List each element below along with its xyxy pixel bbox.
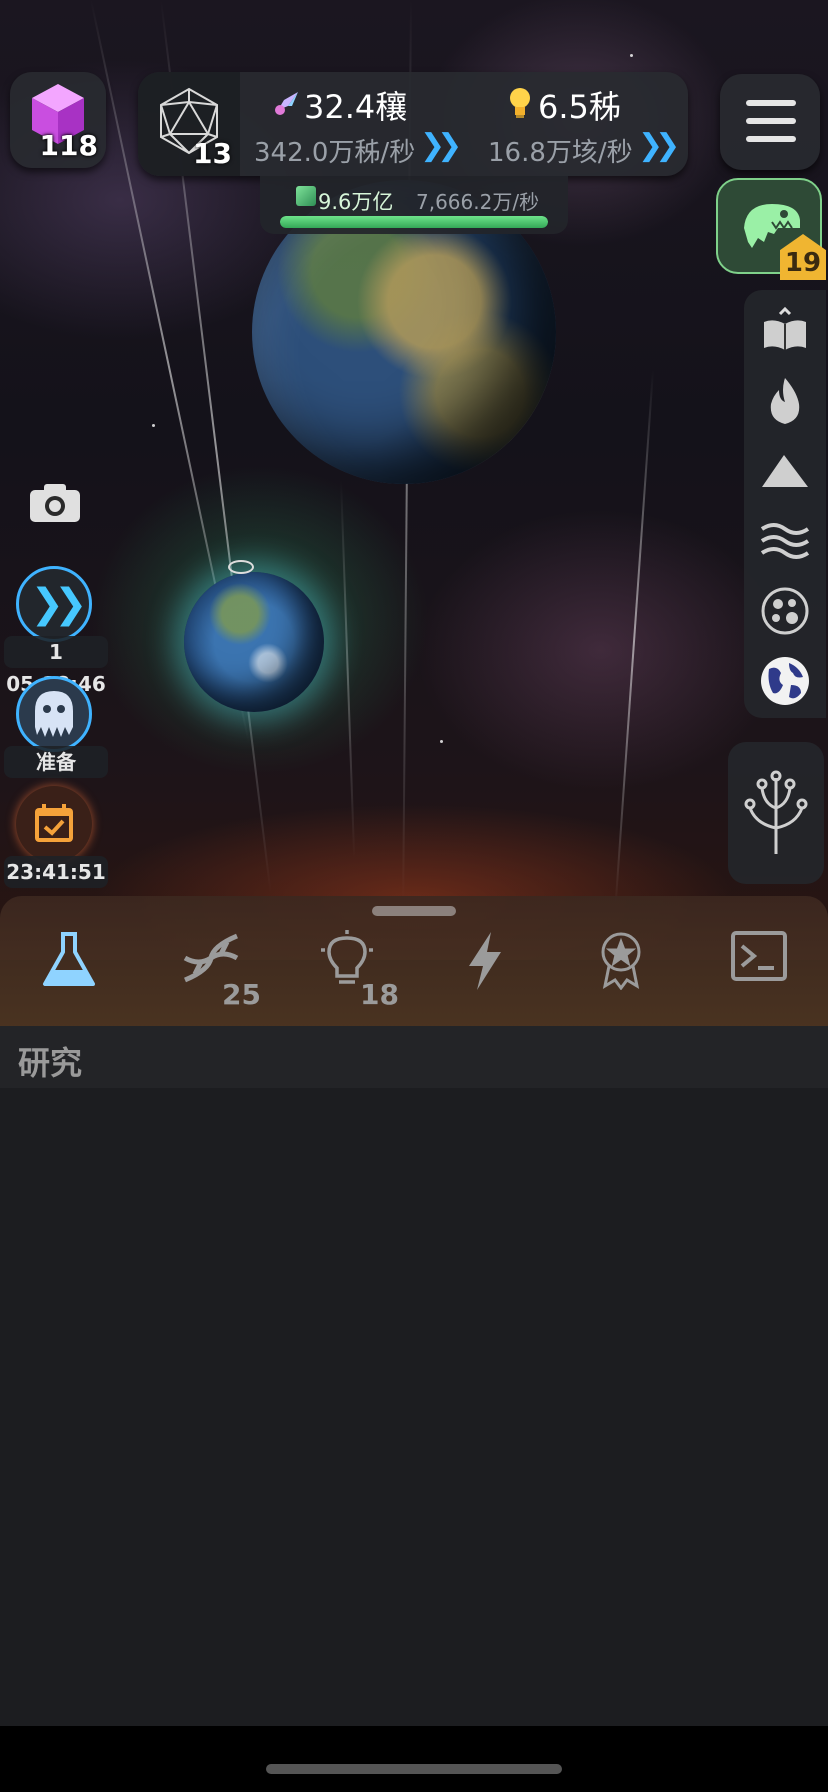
section-header: 研究 — [0, 1026, 828, 1088]
fast-forward-icon: ❯❯ — [30, 581, 87, 627]
research-list-panel — [0, 1026, 828, 1726]
waves-icon — [760, 523, 810, 559]
cells-icon — [761, 587, 809, 635]
tab-waves[interactable] — [754, 510, 816, 572]
resource1-rate: 342.0万秭/秒 — [254, 138, 416, 168]
ghost-button[interactable] — [16, 676, 92, 752]
chevron-double-icon[interactable]: ❯❯ — [638, 128, 680, 163]
resource2-value: 6.5秭 — [538, 88, 621, 126]
resource2-rate: 16.8万垓/秒 — [488, 138, 633, 168]
star — [630, 54, 633, 57]
tab-book[interactable] — [754, 300, 816, 362]
tab-terminal[interactable] — [724, 930, 794, 1010]
globe-icon — [761, 657, 809, 705]
rocket-icon — [275, 92, 298, 115]
light-ray — [614, 370, 654, 909]
dna-count: 25 — [222, 978, 261, 1011]
star — [440, 740, 443, 743]
ghost-icon — [35, 691, 73, 737]
ghost-status: 准备 — [4, 746, 108, 778]
fire-icon — [770, 378, 800, 424]
light-ray — [340, 479, 356, 860]
system-bar — [0, 1726, 828, 1792]
menu-button[interactable] — [720, 74, 820, 170]
menu-icon — [746, 118, 796, 124]
camera-icon[interactable] — [28, 480, 82, 524]
cube-count: 118 — [39, 129, 98, 162]
terminal-icon — [731, 931, 787, 981]
tab-mountain[interactable] — [754, 440, 816, 502]
chevron-double-icon[interactable]: ❯❯ — [420, 128, 462, 163]
ideas-count: 18 — [360, 978, 399, 1011]
menu-icon — [746, 136, 796, 142]
gem-icon — [296, 186, 316, 206]
book-icon — [764, 306, 806, 350]
resource1-value: 32.4穰 — [304, 88, 408, 126]
gem-bar[interactable]: 9.6万亿 7,666.2万/秒 — [260, 176, 568, 234]
calendar-timer: 23:41:51 — [4, 856, 108, 888]
section-title: 研究 — [18, 1044, 83, 1082]
mountain-icon — [762, 455, 808, 487]
gem-rate: 7,666.2万/秒 — [416, 190, 540, 214]
tab-cells[interactable] — [754, 580, 816, 642]
sheet-drag-handle[interactable] — [372, 906, 456, 916]
gem-value: 9.6万亿 — [318, 190, 394, 214]
satellite — [228, 560, 254, 574]
resource-panel[interactable]: 13 32.4穰 342.0万秭/秒 ❯❯ 6.5秭 16.8万垓/秒 ❯❯ — [138, 72, 688, 176]
calendar-button[interactable] — [16, 786, 92, 862]
side-tab-bar — [744, 290, 826, 718]
home-planet[interactable] — [184, 572, 324, 712]
tab-globe[interactable] — [754, 650, 816, 712]
calendar-check-icon — [35, 804, 73, 842]
flask-icon — [43, 932, 95, 986]
star — [152, 424, 155, 427]
tab-achievements[interactable] — [586, 930, 656, 1010]
icosahedron-count: 13 — [193, 137, 232, 170]
lightbulb-icon — [510, 88, 530, 118]
tab-fire[interactable] — [754, 370, 816, 432]
cube-button[interactable]: 118 — [10, 72, 106, 168]
lightning-icon — [469, 932, 501, 990]
gem-progress-bar — [280, 216, 548, 228]
tab-research[interactable] — [34, 930, 104, 1010]
evolution-tree-button[interactable] — [728, 742, 824, 884]
speed-boost-button[interactable]: ❯❯ — [16, 566, 92, 642]
tab-energy[interactable] — [450, 930, 520, 1010]
menu-icon — [746, 100, 796, 106]
dinosaur-level: 19 — [784, 248, 822, 278]
tree-icon — [744, 770, 808, 854]
home-indicator[interactable] — [266, 1764, 562, 1774]
medal-icon — [601, 932, 641, 990]
gem-progress-fill — [280, 216, 548, 228]
icosahedron-button[interactable]: 13 — [138, 72, 240, 176]
speed-timer: 1 05:18:46 — [4, 636, 108, 696]
